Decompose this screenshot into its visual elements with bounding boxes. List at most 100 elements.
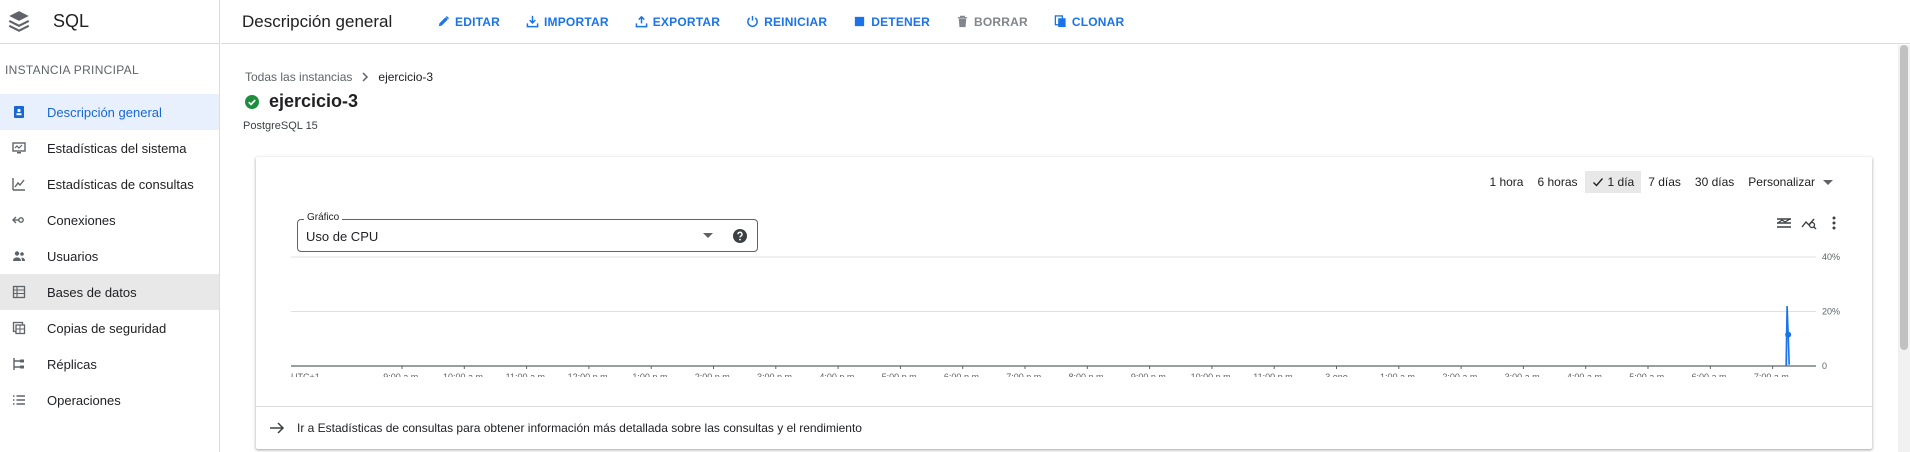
timezone-label: UTC+1 bbox=[291, 372, 320, 377]
cpu-usage-chart: 0 20% 40% UTC+1 9:00 a.m. 10:00 a.m. 11:00 a.m… bbox=[291, 252, 1840, 377]
left-sidebar: SQL INSTANCIA PRINCIPAL Descripción gene… bbox=[0, 0, 220, 452]
x-tick-label: 2:00 p.m. bbox=[695, 372, 733, 377]
clone-icon bbox=[1054, 15, 1066, 28]
help-icon[interactable] bbox=[733, 229, 747, 243]
x-tick-label: 5:00 a.m. bbox=[1629, 372, 1667, 377]
sidebar-item-query-insights[interactable]: Estadísticas de consultas bbox=[0, 166, 219, 202]
more-vert-icon[interactable] bbox=[1826, 215, 1842, 231]
x-tick-label: 7:00 p.m. bbox=[1006, 372, 1044, 377]
x-tick-label: 11:00 p.m. bbox=[1253, 372, 1295, 377]
caret-down-icon bbox=[1823, 179, 1833, 185]
x-tick-label: 2:00 a.m. bbox=[1442, 372, 1480, 377]
sql-stack-icon[interactable] bbox=[6, 9, 32, 35]
delete-button[interactable]: BORRAR bbox=[956, 15, 1028, 29]
users-icon bbox=[12, 249, 26, 263]
x-tick-label: 10:00 p.m. bbox=[1191, 372, 1234, 377]
x-tick-label: 1:00 a.m. bbox=[1380, 372, 1418, 377]
backups-icon bbox=[12, 321, 26, 335]
legend-toggle-icon[interactable] bbox=[1776, 215, 1792, 231]
replicas-icon bbox=[12, 357, 26, 371]
sidebar-item-operations[interactable]: Operaciones bbox=[0, 382, 219, 418]
sidebar-item-connections[interactable]: Conexiones bbox=[0, 202, 219, 238]
import-button[interactable]: IMPORTAR bbox=[526, 15, 609, 29]
x-tick-label: 9:00 p.m. bbox=[1131, 372, 1169, 377]
x-tick-label: 9:00 a.m. bbox=[383, 372, 421, 377]
x-tick-label: 3:00 a.m. bbox=[1505, 372, 1543, 377]
breadcrumb-current: ejercicio-3 bbox=[378, 70, 434, 84]
sidebar-item-databases[interactable]: Bases de datos bbox=[0, 274, 219, 310]
range-label: 1 día bbox=[1607, 175, 1635, 189]
query-insights-link[interactable]: Ir a Estadísticas de consultas para obte… bbox=[256, 406, 1872, 449]
instance-header: ejercicio-3 bbox=[245, 91, 358, 112]
sidebar-item-label: Conexiones bbox=[47, 212, 116, 228]
sidebar-section-title: INSTANCIA PRINCIPAL bbox=[5, 63, 139, 77]
sidebar-item-label: Estadísticas del sistema bbox=[47, 140, 187, 156]
series-point bbox=[1785, 331, 1792, 338]
x-tick-label: 6:00 a.m. bbox=[1692, 372, 1730, 377]
export-icon bbox=[635, 15, 648, 28]
import-label: IMPORTAR bbox=[543, 14, 609, 29]
range-custom[interactable]: Personalizar bbox=[1741, 171, 1840, 193]
clone-button[interactable]: CLONAR bbox=[1054, 15, 1125, 29]
y-tick-label: 40% bbox=[1822, 252, 1840, 262]
sidebar-item-backups[interactable]: Copias de seguridad bbox=[0, 310, 219, 346]
x-tick-label: 3:00 p.m. bbox=[757, 372, 795, 377]
sidebar-item-overview[interactable]: Descripción general bbox=[0, 94, 219, 130]
range-1-day[interactable]: 1 día bbox=[1584, 171, 1642, 193]
breadcrumb: Todas las instancias ejercicio-3 bbox=[245, 70, 433, 84]
compare-series-icon[interactable] bbox=[1801, 215, 1817, 231]
y-tick-label: 20% bbox=[1822, 307, 1840, 317]
x-tick-label: 6:00 p.m. bbox=[944, 372, 982, 377]
page-title: Descripción general bbox=[242, 11, 393, 31]
vertical-scrollbar[interactable] bbox=[1898, 45, 1910, 452]
chart-select-legend: Gráfico bbox=[304, 212, 343, 223]
edit-button[interactable]: EDITAR bbox=[437, 15, 500, 29]
chart-tools bbox=[1767, 215, 1842, 231]
export-button[interactable]: EXPORTAR bbox=[635, 15, 720, 29]
scrollbar-thumb[interactable] bbox=[1900, 45, 1908, 350]
x-tick-label: 12:00 p.m. bbox=[568, 372, 611, 377]
x-tick-label: 11:00 a.m. bbox=[506, 372, 548, 377]
sidebar-item-users[interactable]: Usuarios bbox=[0, 238, 219, 274]
sidebar-item-label: Operaciones bbox=[47, 392, 121, 408]
range-1-hour[interactable]: 1 hora bbox=[1482, 171, 1530, 193]
range-label: 1 hora bbox=[1489, 175, 1524, 189]
stop-icon bbox=[855, 16, 865, 27]
main-content: Todas las instancias ejercicio-3 ejercic… bbox=[221, 45, 1898, 452]
time-range-selector: 1 hora 6 horas 1 día 7 días 30 días Pers… bbox=[1482, 171, 1840, 193]
sidebar-item-system-insights[interactable]: Estadísticas del sistema bbox=[0, 130, 219, 166]
top-action-bar: Descripción general EDITAR IMPORTAR EXPO… bbox=[221, 0, 1910, 44]
instance-version: PostgreSQL 15 bbox=[243, 120, 318, 132]
range-30-days[interactable]: 30 días bbox=[1688, 171, 1741, 193]
sidebar-item-label: Bases de datos bbox=[47, 284, 137, 300]
delete-label: BORRAR bbox=[973, 14, 1028, 29]
x-tick-label: 10:00 a.m. bbox=[443, 372, 486, 377]
x-tick-label: 4:00 a.m. bbox=[1567, 372, 1605, 377]
query-insights-link-text: Ir a Estadísticas de consultas para obte… bbox=[297, 421, 862, 435]
x-tick-label: 7:00 a.m. bbox=[1754, 372, 1792, 377]
system-insights-icon bbox=[12, 141, 26, 155]
export-label: EXPORTAR bbox=[652, 14, 721, 29]
sidebar-item-label: Descripción general bbox=[47, 104, 162, 120]
range-6-hours[interactable]: 6 horas bbox=[1530, 171, 1584, 193]
restart-label: REINICIAR bbox=[764, 14, 828, 29]
dropdown-arrow-icon bbox=[703, 233, 713, 238]
range-7-days[interactable]: 7 días bbox=[1641, 171, 1688, 193]
range-label: 7 días bbox=[1648, 175, 1681, 189]
sidebar-item-label: Estadísticas de consultas bbox=[47, 176, 194, 192]
metrics-card: 1 hora 6 horas 1 día 7 días 30 días Pers… bbox=[256, 157, 1872, 449]
databases-icon bbox=[12, 285, 26, 299]
stop-button[interactable]: DETENER bbox=[853, 15, 930, 29]
restart-icon bbox=[747, 15, 758, 27]
arrow-right-icon bbox=[270, 422, 285, 434]
sidebar-item-replicas[interactable]: Réplicas bbox=[0, 346, 219, 382]
instance-name: ejercicio-3 bbox=[269, 91, 359, 111]
range-label: Personalizar bbox=[1748, 175, 1815, 189]
y-tick-label: 0 bbox=[1822, 361, 1827, 371]
breadcrumb-all-instances[interactable]: Todas las instancias bbox=[245, 70, 352, 84]
restart-button[interactable]: REINICIAR bbox=[746, 15, 827, 29]
overview-icon bbox=[12, 105, 26, 119]
x-tick-label: 4:00 p.m. bbox=[819, 372, 857, 377]
product-name: SQL bbox=[53, 11, 90, 31]
connections-icon bbox=[12, 213, 26, 227]
